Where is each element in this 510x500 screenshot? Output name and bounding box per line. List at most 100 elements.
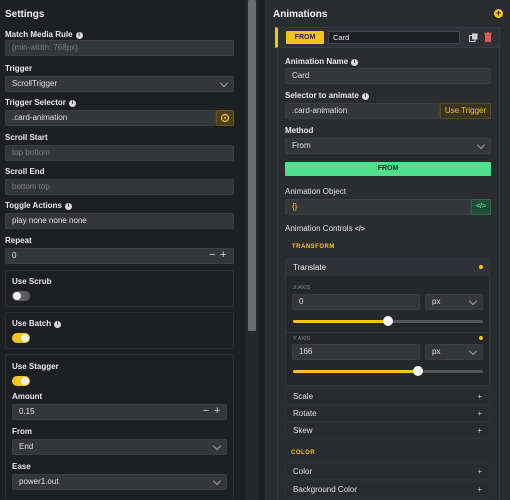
- method-badge: FROM: [285, 162, 491, 176]
- ease-label: Ease: [12, 462, 31, 471]
- divider: [286, 332, 489, 333]
- x-axis-slider-knob[interactable]: [383, 316, 393, 326]
- x-axis-slider-fill: [293, 320, 388, 323]
- animation-object-input[interactable]: {}: [285, 199, 471, 215]
- expand-plus-icon: +: [477, 409, 482, 418]
- toggle-knob: [21, 377, 29, 385]
- scroll-end-input[interactable]: bottom top: [5, 179, 234, 195]
- selector-label: Selector to animate i: [285, 91, 369, 100]
- x-axis-slider[interactable]: [293, 316, 483, 326]
- animation-name-label: Animation Name i: [285, 57, 359, 66]
- info-icon[interactable]: i: [64, 203, 72, 210]
- tab-name-input[interactable]: Card: [328, 31, 460, 44]
- expand-plus-icon: +: [477, 426, 482, 435]
- ease-select-value: power1.out: [19, 477, 59, 486]
- scale-row[interactable]: Scale +: [285, 388, 490, 405]
- amount-input[interactable]: 0.15: [12, 404, 227, 420]
- trigger-select-value: ScrollTrigger: [12, 79, 58, 88]
- toggle-knob: [21, 334, 29, 342]
- trigger-selector-label-text: Trigger Selector: [5, 98, 66, 107]
- background-color-label: Background Color: [293, 485, 358, 494]
- match-media-label: Match Media Rule i: [5, 30, 83, 39]
- toggle-actions-label-text: Toggle Actions: [5, 201, 62, 210]
- method-select[interactable]: From: [285, 138, 491, 154]
- y-axis-slider[interactable]: [293, 366, 483, 376]
- scrollbar-track[interactable]: [245, 0, 259, 500]
- repeat-increment-button[interactable]: +: [220, 249, 226, 261]
- info-icon[interactable]: i: [361, 93, 369, 100]
- settings-title: Settings: [5, 9, 45, 20]
- chevron-down-icon: [476, 140, 486, 150]
- match-media-label-text: Match Media Rule: [5, 30, 73, 39]
- use-stagger-panel: Use Stagger Amount 0.15 − + From End Eas…: [5, 354, 234, 500]
- x-axis-caption: X AXIS: [293, 285, 311, 291]
- code-icon[interactable]: </>: [471, 199, 491, 215]
- amount-increment-button[interactable]: +: [214, 405, 220, 417]
- expand-plus-icon: +: [477, 485, 482, 494]
- info-icon[interactable]: i: [54, 321, 62, 328]
- animation-name-input[interactable]: Card: [285, 68, 491, 84]
- use-trigger-button[interactable]: Use Trigger: [440, 103, 491, 119]
- scale-label: Scale: [293, 392, 314, 401]
- color-row[interactable]: Color +: [285, 463, 490, 480]
- translate-header[interactable]: Translate: [286, 259, 489, 276]
- info-icon[interactable]: i: [75, 32, 83, 39]
- use-scrub-toggle[interactable]: [12, 291, 30, 301]
- repeat-decrement-button[interactable]: −: [209, 249, 215, 261]
- use-scrub-panel: Use Scrub: [5, 270, 234, 307]
- method-label: Method: [285, 126, 314, 135]
- x-axis-input[interactable]: 0: [292, 294, 420, 310]
- color-caption: COLOR: [291, 450, 316, 456]
- match-media-input[interactable]: (min-width: 768px): [5, 40, 234, 56]
- method-select-value: From: [292, 141, 311, 150]
- tab-from-badge[interactable]: FROM: [286, 31, 324, 44]
- use-stagger-label: Use Stagger: [12, 362, 59, 371]
- use-batch-label: Use Batch i: [12, 319, 62, 328]
- use-stagger-toggle[interactable]: [12, 376, 30, 386]
- info-icon[interactable]: i: [351, 59, 359, 66]
- animations-title: Animations: [273, 9, 328, 20]
- y-axis-slider-knob[interactable]: [413, 366, 423, 376]
- add-animation-icon[interactable]: +: [494, 9, 503, 18]
- animation-object-label: Animation Object: [285, 187, 346, 196]
- amount-label: Amount: [12, 392, 43, 401]
- y-axis-slider-fill: [293, 370, 418, 373]
- selector-input[interactable]: .card-animation: [285, 103, 440, 119]
- use-batch-panel: Use Batch i: [5, 312, 234, 349]
- transform-caption: TRANSFORM: [292, 244, 335, 250]
- from-select[interactable]: End: [12, 439, 227, 455]
- use-batch-toggle[interactable]: [12, 333, 30, 343]
- element-picker-button[interactable]: [216, 110, 234, 126]
- amount-decrement-button[interactable]: −: [203, 405, 209, 417]
- from-select-value: End: [19, 442, 34, 451]
- repeat-input[interactable]: 0: [5, 248, 234, 264]
- skew-row[interactable]: Skew +: [285, 422, 490, 439]
- background-color-row[interactable]: Background Color +: [285, 481, 490, 498]
- scroll-start-label: Scroll Start: [5, 133, 48, 142]
- copy-icon[interactable]: [469, 33, 478, 42]
- ease-select[interactable]: power1.out: [12, 474, 227, 490]
- rotate-row[interactable]: Rotate +: [285, 405, 490, 422]
- x-unit-value: px: [432, 297, 441, 306]
- from-label: From: [12, 427, 32, 436]
- scrollbar-thumb[interactable]: [248, 0, 256, 331]
- chevron-down-icon: [212, 476, 222, 486]
- scroll-start-input[interactable]: top bottom: [5, 145, 234, 161]
- use-scrub-label: Use Scrub: [12, 277, 52, 286]
- repeat-label: Repeat: [5, 236, 32, 245]
- trash-icon[interactable]: [484, 32, 492, 42]
- trigger-selector-input[interactable]: .card-animation: [5, 110, 216, 126]
- y-axis-caption: Y AXIS: [293, 336, 311, 342]
- y-axis-input[interactable]: 166: [292, 344, 420, 360]
- x-unit-select[interactable]: px: [425, 294, 483, 310]
- animation-tab[interactable]: FROM Card: [275, 27, 500, 48]
- trigger-label: Trigger: [5, 64, 33, 73]
- y-unit-select[interactable]: px: [425, 344, 483, 360]
- toggle-actions-input[interactable]: play none none none: [5, 213, 234, 229]
- selector-label-text: Selector to animate: [285, 91, 359, 100]
- toggle-knob: [13, 292, 21, 300]
- translate-panel: Translate X AXIS 0 px Y AXIS 166 px: [285, 258, 490, 386]
- scroll-end-label: Scroll End: [5, 167, 45, 176]
- info-icon[interactable]: i: [68, 100, 76, 107]
- trigger-select[interactable]: ScrollTrigger: [5, 76, 234, 92]
